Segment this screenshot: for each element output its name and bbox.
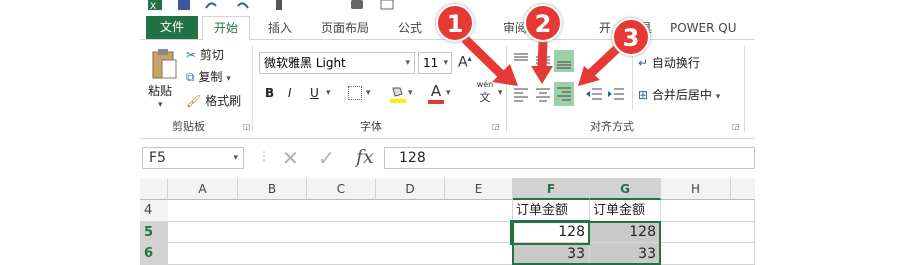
- callout-badge-1: 1: [436, 4, 474, 42]
- callout-badge-2: 2: [524, 4, 562, 42]
- excel-window: X 文件 开始 插入 页面布局 公式 审阅 开 具 POWER QU 粘贴 ▾: [140, 0, 755, 265]
- callout-badge-3: 3: [612, 18, 650, 56]
- callout-arrow-2: [537, 37, 548, 75]
- callout-arrow-1: [461, 35, 510, 83]
- callout-arrowhead-2: [531, 66, 553, 84]
